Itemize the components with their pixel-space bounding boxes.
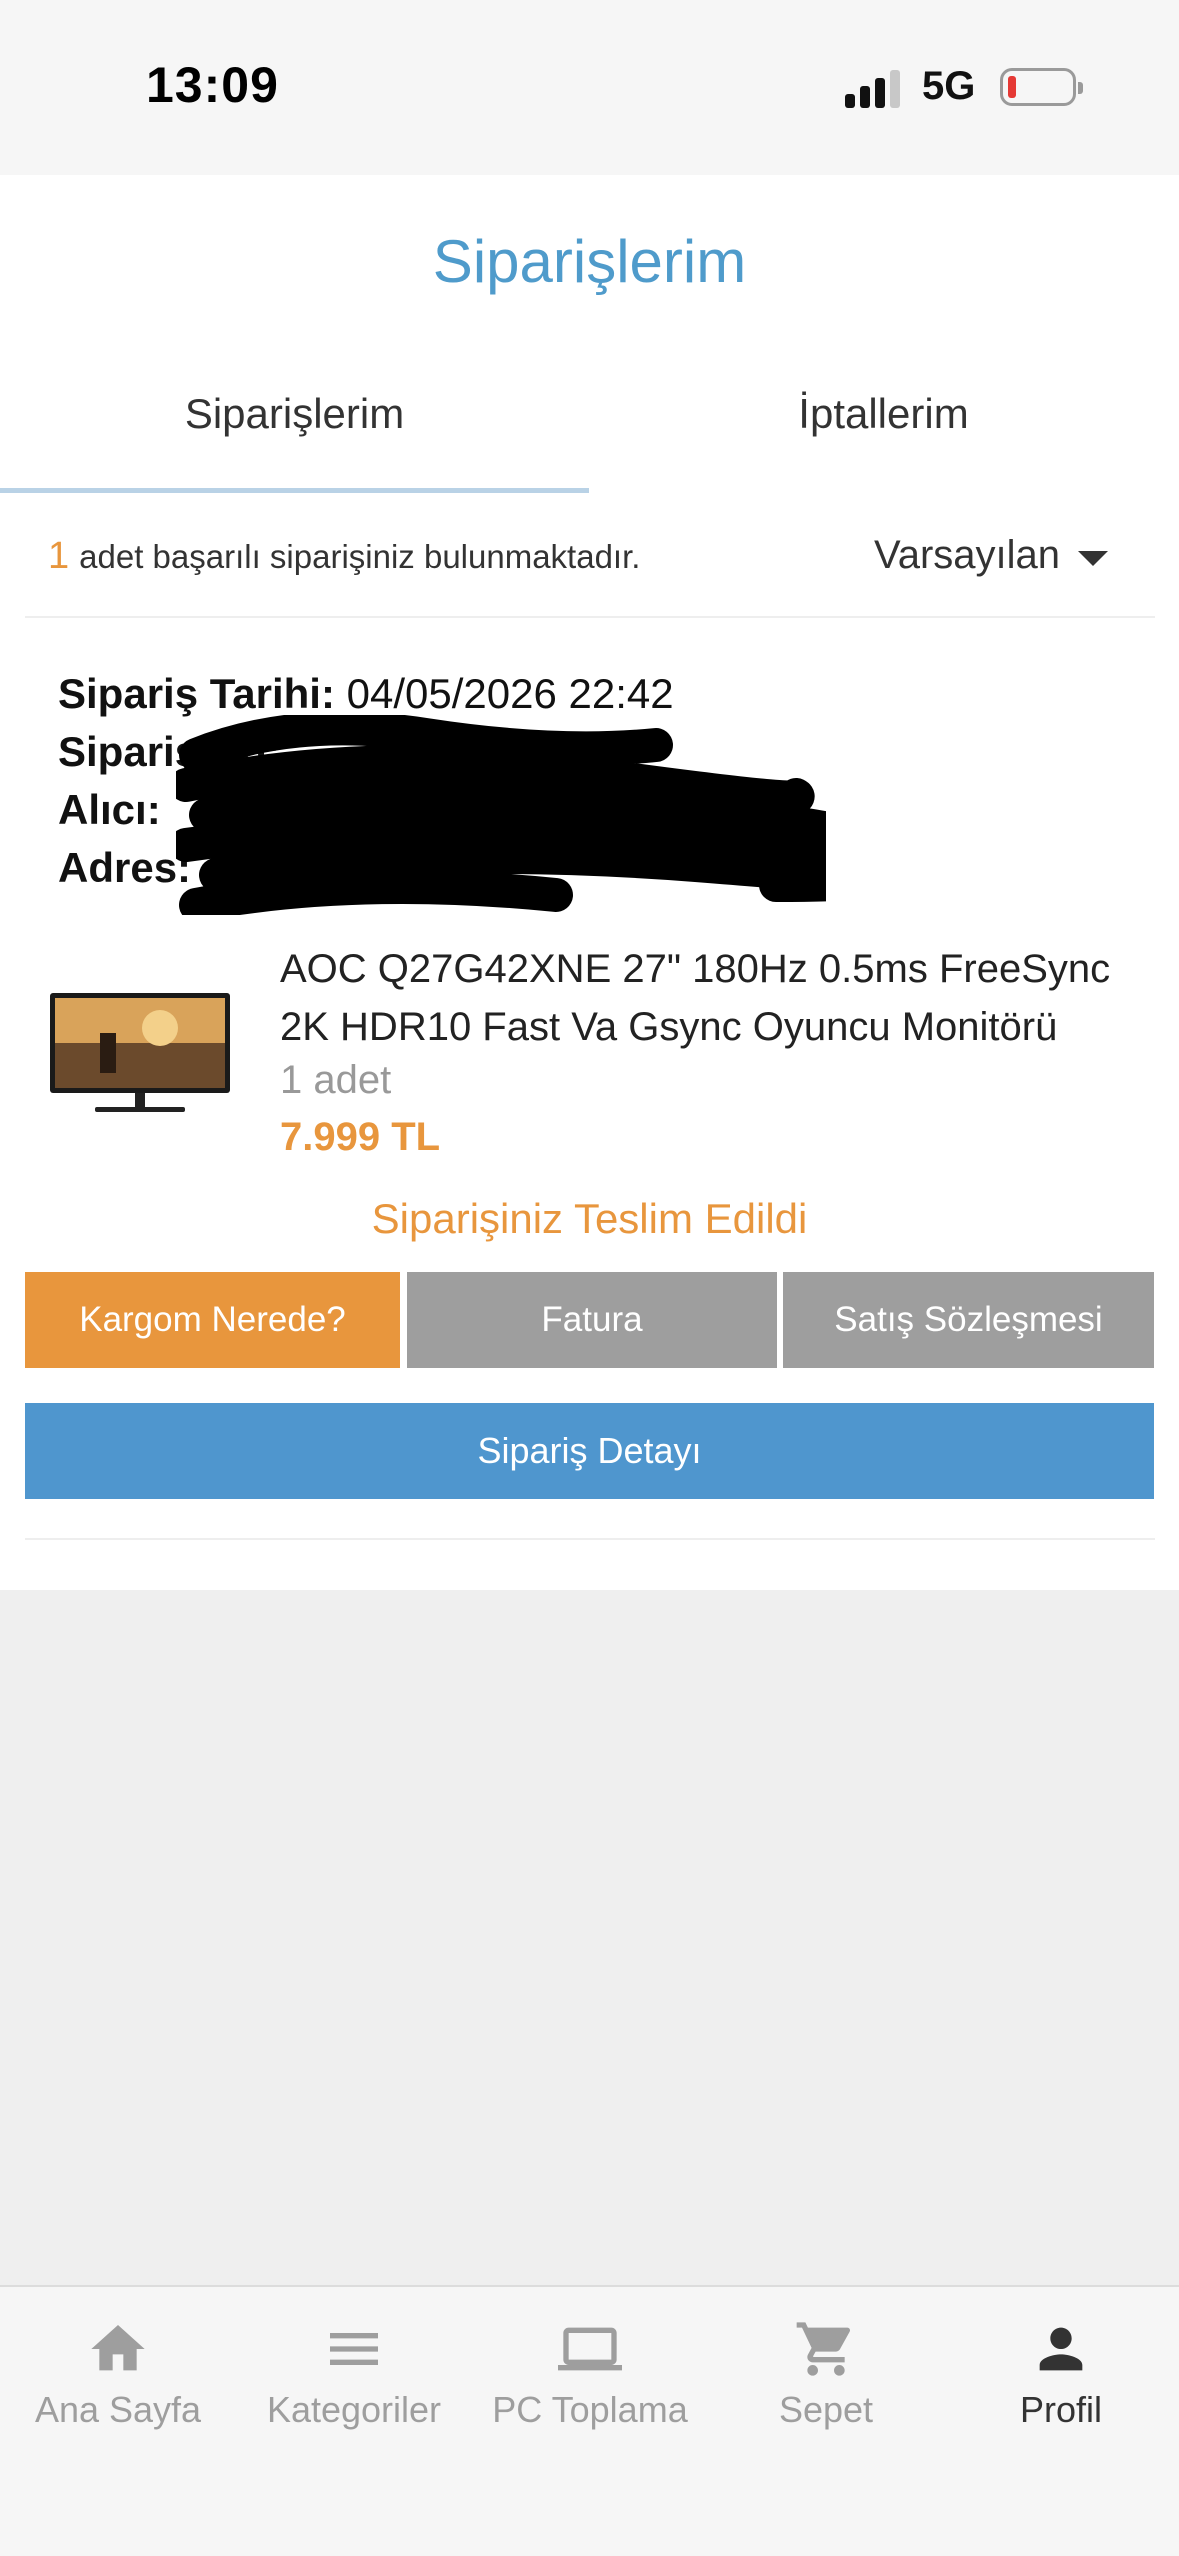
product-quantity: 1 adet (280, 1058, 392, 1102)
network-type: 5G (922, 64, 976, 108)
invoice-button[interactable]: Fatura (407, 1272, 777, 1368)
nav-label-pc-builder: PC Toplama (492, 2389, 688, 2430)
recipient-label: Alıcı: (58, 786, 161, 833)
nav-item-home[interactable]: Ana Sayfa (0, 2317, 236, 2431)
status-time: 13:09 (146, 57, 279, 113)
track-shipment-button[interactable]: Kargom Nerede? (25, 1272, 400, 1368)
sort-dropdown[interactable]: Varsayılan (874, 533, 1060, 578)
nav-label-cart: Sepet (778, 2389, 874, 2430)
main-content: Siparişlerim Siparişlerim İptallerim 1 ad… (0, 175, 1179, 1590)
nav-item-categories[interactable]: Kategoriler (236, 2317, 472, 2431)
order-summary-text: adet başarılı siparişiniz bulunmaktadır. (79, 538, 641, 575)
person-icon (1039, 2327, 1083, 2371)
divider (25, 616, 1155, 618)
home-icon (91, 2325, 145, 2371)
order-date-value: 04/05/2026 22:42 (346, 670, 674, 717)
tab-cancellations[interactable]: İptallerim (589, 390, 1178, 438)
order-date-label: Sipariş Tarihi: (58, 670, 335, 717)
laptop-icon (558, 2327, 622, 2371)
signal-icon (845, 68, 905, 108)
nav-label-home: Ana Sayfa (34, 2389, 202, 2430)
product-image[interactable] (40, 983, 240, 1123)
tab-orders[interactable]: Siparişlerim (0, 390, 589, 438)
status-bar: 13:09 5G (0, 0, 1179, 175)
product-price: 7.999 TL (280, 1115, 441, 1159)
page-title: Siparişlerim (432, 228, 747, 295)
bottom-nav: Ana Sayfa Kategoriler PC Toplama Sepet P… (0, 2285, 1179, 2556)
order-count: 1 (48, 535, 70, 577)
order-status: Siparişiniz Teslim Edildi (371, 1195, 808, 1242)
active-tab-indicator (0, 488, 589, 493)
order-summary: 1 adet başarılı siparişiniz bulunmaktadır… (48, 535, 640, 578)
sales-contract-button[interactable]: Satış Sözleşmesi (783, 1272, 1154, 1368)
address-label: Adres: (58, 844, 192, 891)
cart-icon (796, 2322, 851, 2376)
order-detail-button[interactable]: Sipariş Detayı (25, 1403, 1154, 1499)
nav-label-categories: Kategoriler (266, 2389, 442, 2430)
menu-icon (330, 2333, 378, 2365)
divider (25, 1538, 1155, 1540)
product-name[interactable]: AOC Q27G42XNE 27" 180Hz 0.5ms FreeSync 2… (280, 940, 1160, 1056)
nav-item-cart[interactable]: Sepet (708, 2317, 944, 2431)
redaction-scribble (176, 715, 826, 915)
nav-item-pc-builder[interactable]: PC Toplama (472, 2317, 708, 2431)
battery-icon (1000, 68, 1083, 106)
caret-down-icon[interactable] (1078, 551, 1108, 566)
nav-item-profile[interactable]: Profil (943, 2317, 1179, 2431)
nav-label-profile: Profil (1019, 2389, 1103, 2430)
